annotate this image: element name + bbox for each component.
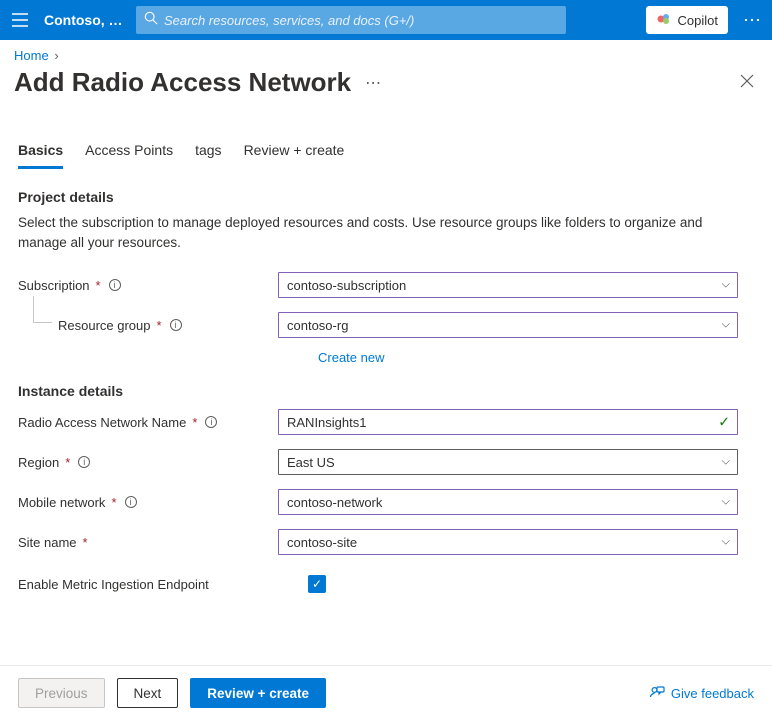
check-icon: ✓ — [718, 414, 730, 431]
field-resource-group: ⌵ — [278, 312, 738, 338]
page-title-row: Add Radio Access Network ⋯ — [0, 67, 772, 108]
tab-basics[interactable]: Basics — [18, 138, 63, 169]
label-ran-name: Radio Access Network Name * i — [18, 415, 278, 430]
copilot-icon — [656, 11, 672, 30]
ran-name-input[interactable] — [278, 409, 738, 435]
row-region: Region * i ⌵ — [18, 447, 754, 477]
required-asterisk: * — [157, 318, 162, 333]
site-name-select[interactable] — [278, 529, 738, 555]
global-search[interactable] — [136, 6, 566, 34]
info-icon[interactable]: i — [109, 279, 121, 291]
title-more-icon[interactable]: ⋯ — [365, 73, 382, 93]
previous-button: Previous — [18, 678, 105, 708]
mobile-network-select[interactable] — [278, 489, 738, 515]
label-ran-name-text: Radio Access Network Name — [18, 415, 186, 430]
chevron-right-icon: › — [54, 48, 58, 63]
row-site-name: Site name * ⌵ — [18, 527, 754, 557]
breadcrumb: Home › — [0, 40, 772, 67]
row-resource-group: Resource group * i ⌵ — [58, 310, 754, 340]
row-enable-metric: Enable Metric Ingestion Endpoint ✓ — [18, 569, 754, 599]
section-project-details-title: Project details — [18, 189, 754, 205]
label-subscription-text: Subscription — [18, 278, 90, 293]
search-icon — [144, 11, 158, 30]
create-new-link[interactable]: Create new — [318, 350, 384, 365]
label-region: Region * i — [18, 455, 278, 470]
required-asterisk: * — [65, 455, 70, 470]
feedback-icon — [649, 684, 665, 703]
info-icon[interactable]: i — [125, 496, 137, 508]
label-subscription: Subscription * i — [18, 278, 278, 293]
header-more-icon[interactable]: ⋯ — [740, 10, 764, 31]
label-site-name: Site name * — [18, 535, 278, 550]
label-mobile-network-text: Mobile network — [18, 495, 105, 510]
region-select[interactable] — [278, 449, 738, 475]
label-region-text: Region — [18, 455, 59, 470]
copilot-label: Copilot — [678, 13, 718, 28]
copilot-button[interactable]: Copilot — [646, 6, 728, 34]
required-asterisk: * — [96, 278, 101, 293]
section-instance-details-title: Instance details — [18, 383, 754, 399]
page-title: Add Radio Access Network — [14, 67, 351, 98]
label-resource-group-text: Resource group — [58, 318, 151, 333]
info-icon[interactable]: i — [78, 456, 90, 468]
field-mobile-network: ⌵ — [278, 489, 738, 515]
close-icon[interactable] — [736, 68, 758, 97]
tab-review-create[interactable]: Review + create — [244, 138, 345, 169]
label-enable-metric: Enable Metric Ingestion Endpoint — [18, 577, 308, 592]
required-asterisk: * — [83, 535, 88, 550]
label-site-name-text: Site name — [18, 535, 77, 550]
give-feedback-link[interactable]: Give feedback — [649, 684, 754, 703]
enable-metric-checkbox[interactable]: ✓ — [308, 575, 326, 593]
tab-bar: Basics Access Points tags Review + creat… — [0, 108, 772, 169]
label-mobile-network: Mobile network * i — [18, 495, 278, 510]
subscription-select[interactable] — [278, 272, 738, 298]
required-asterisk: * — [192, 415, 197, 430]
hamburger-menu-icon[interactable] — [8, 8, 32, 32]
info-icon[interactable]: i — [205, 416, 217, 428]
feedback-label: Give feedback — [671, 686, 754, 701]
resource-group-select[interactable] — [278, 312, 738, 338]
tenant-name[interactable]: Contoso, L... — [44, 12, 124, 28]
label-enable-metric-text: Enable Metric Ingestion Endpoint — [18, 577, 209, 592]
row-ran-name: Radio Access Network Name * i ✓ — [18, 407, 754, 437]
breadcrumb-home[interactable]: Home — [14, 48, 49, 63]
review-create-button[interactable]: Review + create — [190, 678, 326, 708]
next-button[interactable]: Next — [117, 678, 179, 708]
search-input[interactable] — [164, 13, 558, 28]
label-resource-group: Resource group * i — [58, 318, 278, 333]
row-mobile-network: Mobile network * i ⌵ — [18, 487, 754, 517]
info-icon[interactable]: i — [170, 319, 182, 331]
field-site-name: ⌵ — [278, 529, 738, 555]
required-asterisk: * — [111, 495, 116, 510]
section-project-details-desc: Select the subscription to manage deploy… — [18, 213, 754, 252]
portal-header: Contoso, L... Copilot ⋯ — [0, 0, 772, 40]
wizard-footer: Previous Next Review + create Give feedb… — [0, 665, 772, 720]
field-subscription: ⌵ — [278, 272, 738, 298]
form-content: Project details Select the subscription … — [0, 169, 772, 599]
tab-access-points[interactable]: Access Points — [85, 138, 173, 169]
row-subscription: Subscription * i ⌵ — [18, 270, 754, 300]
field-region: ⌵ — [278, 449, 738, 475]
tab-tags[interactable]: tags — [195, 138, 221, 169]
field-ran-name: ✓ — [278, 409, 738, 435]
create-new-row: Create new — [318, 346, 754, 365]
